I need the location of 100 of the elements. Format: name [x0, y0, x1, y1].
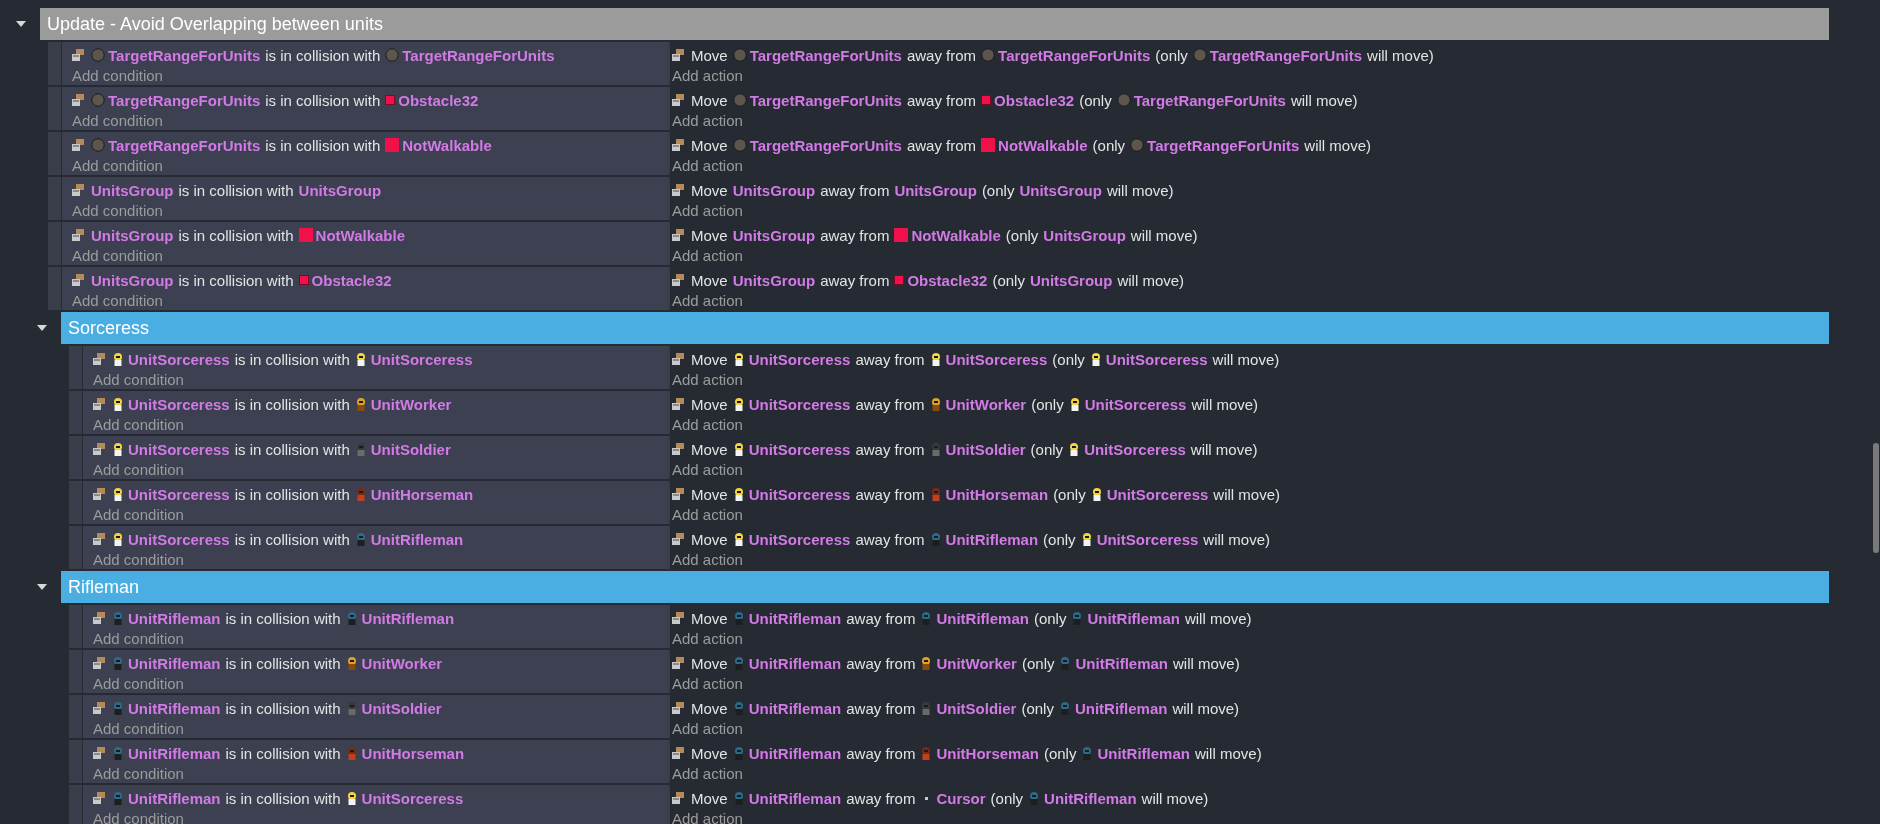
- object-name[interactable]: UnitRifleman: [1044, 789, 1137, 807]
- object-name[interactable]: TargetRangeForUnits: [749, 91, 902, 109]
- object-name[interactable]: UnitsGroup: [298, 181, 382, 199]
- add-action-link[interactable]: Add action: [672, 292, 743, 309]
- object-name[interactable]: UnitWorker: [936, 654, 1017, 672]
- object-name[interactable]: UnitSorceress: [128, 350, 230, 368]
- event-handle[interactable]: [48, 267, 61, 310]
- object-name[interactable]: UnitSorceress: [748, 530, 851, 548]
- event-handle[interactable]: [69, 436, 82, 479]
- object-name[interactable]: NotWalkable: [998, 136, 1088, 154]
- object-name[interactable]: Obstacle32: [994, 91, 1075, 109]
- add-condition-link[interactable]: Add condition: [93, 371, 184, 388]
- object-name[interactable]: UnitRifleman: [748, 789, 842, 807]
- object-name[interactable]: UnitSorceress: [370, 350, 473, 368]
- object-name[interactable]: UnitsGroup: [732, 271, 816, 289]
- object-name[interactable]: UnitSoldier: [936, 699, 1017, 717]
- object-name[interactable]: UnitRifleman: [361, 609, 455, 627]
- object-name[interactable]: TargetRangeForUnits: [108, 136, 261, 154]
- event-handle[interactable]: [69, 605, 82, 648]
- object-name[interactable]: TargetRangeForUnits: [1209, 46, 1363, 64]
- object-name[interactable]: UnitsGroup: [91, 226, 174, 244]
- add-action-link[interactable]: Add action: [672, 416, 743, 433]
- event-handle[interactable]: [69, 785, 82, 824]
- object-name[interactable]: UnitSorceress: [1106, 485, 1209, 503]
- add-condition-link[interactable]: Add condition: [72, 112, 163, 129]
- event-handle[interactable]: [48, 132, 61, 175]
- object-name[interactable]: TargetRangeForUnits: [1133, 91, 1286, 109]
- add-condition-link[interactable]: Add condition: [93, 416, 184, 433]
- object-name[interactable]: UnitWorker: [370, 395, 452, 413]
- object-name[interactable]: UnitSorceress: [128, 440, 230, 458]
- object-name[interactable]: UnitRifleman: [128, 609, 221, 627]
- object-name[interactable]: UnitsGroup: [91, 181, 174, 199]
- add-action-link[interactable]: Add action: [672, 720, 743, 737]
- object-name[interactable]: Cursor: [936, 789, 986, 807]
- add-action-link[interactable]: Add action: [672, 551, 743, 568]
- object-name[interactable]: UnitSorceress: [1084, 440, 1186, 458]
- object-name[interactable]: UnitHorseman: [370, 485, 474, 503]
- add-condition-link[interactable]: Add condition: [93, 551, 184, 568]
- object-name[interactable]: UnitsGroup: [732, 181, 816, 199]
- event-handle[interactable]: [69, 695, 82, 738]
- scrollbar-thumb[interactable]: [1873, 443, 1879, 553]
- object-name[interactable]: UnitRifleman: [128, 789, 221, 807]
- add-action-link[interactable]: Add action: [672, 202, 743, 219]
- object-name[interactable]: UnitSorceress: [945, 350, 1048, 368]
- object-name[interactable]: NotWalkable: [402, 136, 492, 154]
- object-name[interactable]: UnitSoldier: [361, 699, 442, 717]
- object-name[interactable]: Obstacle32: [311, 271, 392, 289]
- object-name[interactable]: UnitsGroup: [91, 271, 174, 289]
- object-name[interactable]: Obstacle32: [398, 91, 479, 109]
- add-condition-link[interactable]: Add condition: [93, 810, 184, 824]
- object-name[interactable]: UnitsGroup: [1029, 271, 1113, 289]
- object-name[interactable]: NotWalkable: [911, 226, 1001, 244]
- object-name[interactable]: UnitWorker: [361, 654, 443, 672]
- object-name[interactable]: UnitRifleman: [748, 609, 842, 627]
- group-header[interactable]: Update - Avoid Overlapping between units: [40, 8, 1829, 40]
- object-name[interactable]: UnitSoldier: [370, 440, 451, 458]
- add-action-link[interactable]: Add action: [672, 67, 743, 84]
- object-name[interactable]: UnitSorceress: [1096, 530, 1199, 548]
- object-name[interactable]: NotWalkable: [315, 226, 405, 244]
- object-name[interactable]: UnitSorceress: [128, 395, 230, 413]
- add-condition-link[interactable]: Add condition: [93, 765, 184, 782]
- object-name[interactable]: UnitSorceress: [1105, 350, 1208, 368]
- object-name[interactable]: UnitHorseman: [361, 744, 465, 762]
- object-name[interactable]: UnitsGroup: [1019, 181, 1102, 199]
- object-name[interactable]: UnitSorceress: [748, 485, 851, 503]
- object-name[interactable]: UnitRifleman: [370, 530, 464, 548]
- object-name[interactable]: UnitRifleman: [945, 530, 1039, 548]
- object-name[interactable]: Obstacle32: [907, 271, 988, 289]
- add-action-link[interactable]: Add action: [672, 157, 743, 174]
- event-handle[interactable]: [69, 346, 82, 389]
- object-name[interactable]: TargetRangeForUnits: [749, 136, 902, 154]
- object-name[interactable]: TargetRangeForUnits: [108, 46, 261, 64]
- object-name[interactable]: TargetRangeForUnits: [749, 46, 902, 64]
- object-name[interactable]: UnitHorseman: [945, 485, 1049, 503]
- object-name[interactable]: UnitSorceress: [748, 440, 851, 458]
- object-name[interactable]: UnitRifleman: [748, 744, 842, 762]
- event-handle[interactable]: [69, 391, 82, 434]
- add-action-link[interactable]: Add action: [672, 461, 743, 478]
- add-condition-link[interactable]: Add condition: [93, 630, 184, 647]
- object-name[interactable]: UnitRifleman: [128, 699, 221, 717]
- add-action-link[interactable]: Add action: [672, 810, 743, 824]
- object-name[interactable]: TargetRangeForUnits: [402, 46, 555, 64]
- event-handle[interactable]: [48, 87, 61, 130]
- object-name[interactable]: UnitRifleman: [748, 699, 842, 717]
- object-name[interactable]: UnitRifleman: [1087, 609, 1180, 627]
- add-condition-link[interactable]: Add condition: [93, 720, 184, 737]
- object-name[interactable]: UnitSorceress: [748, 395, 851, 413]
- object-name[interactable]: TargetRangeForUnits: [108, 91, 261, 109]
- object-name[interactable]: UnitsGroup: [732, 226, 816, 244]
- add-action-link[interactable]: Add action: [672, 112, 743, 129]
- object-name[interactable]: UnitSorceress: [361, 789, 464, 807]
- object-name[interactable]: UnitSorceress: [128, 485, 230, 503]
- add-action-link[interactable]: Add action: [672, 247, 743, 264]
- object-name[interactable]: UnitRifleman: [936, 609, 1029, 627]
- object-name[interactable]: TargetRangeForUnits: [1147, 136, 1300, 154]
- object-name[interactable]: UnitSorceress: [748, 350, 851, 368]
- object-name[interactable]: UnitRifleman: [128, 654, 221, 672]
- object-name[interactable]: UnitWorker: [945, 395, 1027, 413]
- object-name[interactable]: UnitRifleman: [128, 744, 221, 762]
- add-action-link[interactable]: Add action: [672, 371, 743, 388]
